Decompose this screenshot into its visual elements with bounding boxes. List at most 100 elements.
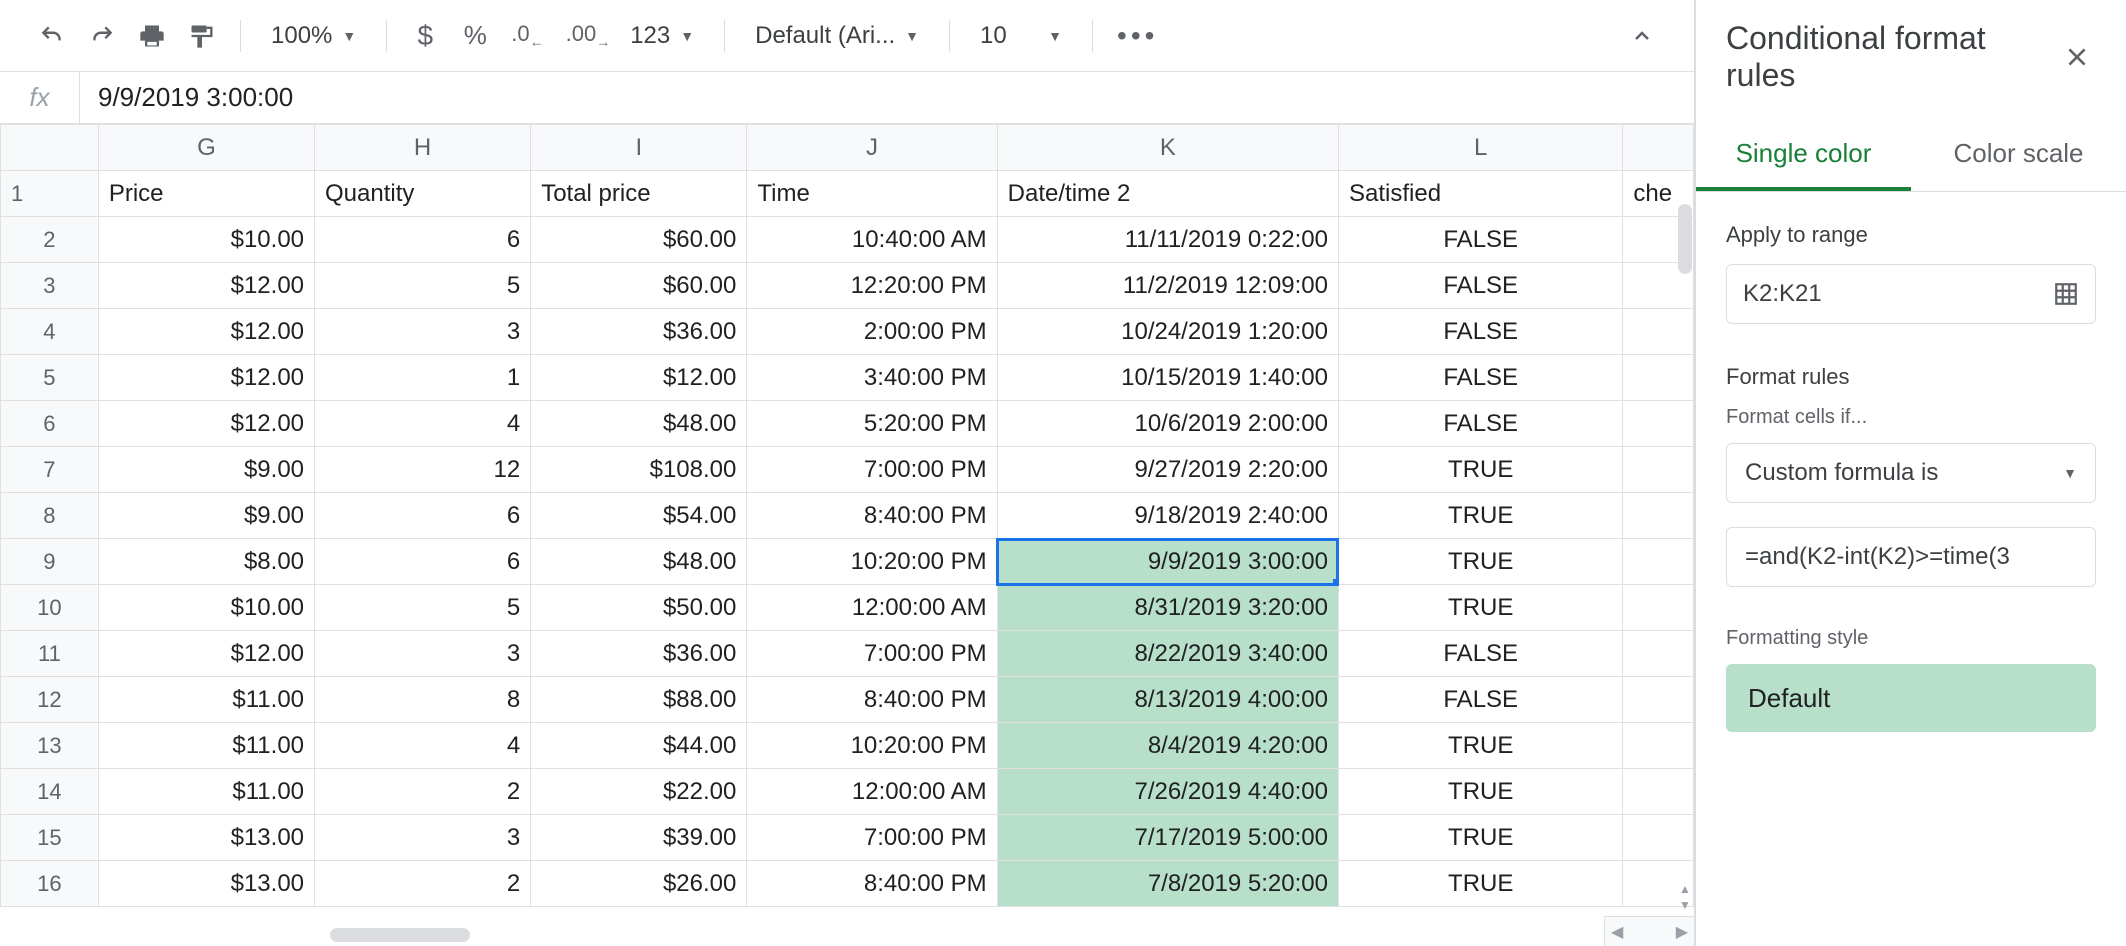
cell[interactable]: 10/6/2019 2:00:00 <box>997 401 1338 447</box>
col-header-H[interactable]: H <box>315 125 531 171</box>
cell[interactable]: 7:00:00 PM <box>747 447 997 493</box>
cell[interactable]: FALSE <box>1338 309 1622 355</box>
row-header[interactable]: 2 <box>1 217 99 263</box>
tab-color-scale[interactable]: Color scale <box>1911 122 2126 191</box>
cell[interactable]: $48.00 <box>531 401 747 447</box>
cell[interactable]: 9/18/2019 2:40:00 <box>997 493 1338 539</box>
cell[interactable]: Price <box>98 171 314 217</box>
select-all-corner[interactable] <box>1 125 99 171</box>
font-size-select[interactable]: 10 ▼ <box>966 14 1076 58</box>
cell[interactable]: $54.00 <box>531 493 747 539</box>
cell[interactable]: $36.00 <box>531 631 747 677</box>
cell[interactable]: FALSE <box>1338 631 1622 677</box>
cell[interactable]: 6 <box>315 539 531 585</box>
cell[interactable]: $88.00 <box>531 677 747 723</box>
cell[interactable]: TRUE <box>1338 539 1622 585</box>
row-header[interactable]: 3 <box>1 263 99 309</box>
cell[interactable]: $8.00 <box>98 539 314 585</box>
cell[interactable]: $10.00 <box>98 585 314 631</box>
scroll-right-icon[interactable]: ▶ <box>1676 922 1688 942</box>
col-header-L[interactable]: L <box>1338 125 1622 171</box>
cell[interactable]: 12 <box>315 447 531 493</box>
cell[interactable]: FALSE <box>1338 355 1622 401</box>
cell[interactable]: 8:40:00 PM <box>747 677 997 723</box>
row-header[interactable]: 5 <box>1 355 99 401</box>
cell[interactable]: 1 <box>315 355 531 401</box>
cell[interactable]: TRUE <box>1338 861 1622 907</box>
row-header[interactable]: 11 <box>1 631 99 677</box>
col-header-G[interactable]: G <box>98 125 314 171</box>
scroll-up-icon[interactable]: ▲ <box>1678 882 1692 896</box>
cell[interactable]: FALSE <box>1338 401 1622 447</box>
cell[interactable]: 2:00:00 PM <box>747 309 997 355</box>
row-header[interactable]: 1 <box>1 171 99 217</box>
cell[interactable]: TRUE <box>1338 723 1622 769</box>
cell[interactable]: 12:20:00 PM <box>747 263 997 309</box>
cell[interactable]: $60.00 <box>531 263 747 309</box>
cell[interactable]: $13.00 <box>98 861 314 907</box>
cell[interactable]: 3 <box>315 815 531 861</box>
cell[interactable]: TRUE <box>1338 493 1622 539</box>
formula-input[interactable] <box>80 82 1694 113</box>
more-formats-select[interactable]: 123 ▼ <box>624 14 708 58</box>
cell[interactable]: 8/22/2019 3:40:00 <box>997 631 1338 677</box>
cell[interactable]: 10:20:00 PM <box>747 723 997 769</box>
cell[interactable]: $12.00 <box>531 355 747 401</box>
row-header[interactable]: 13 <box>1 723 99 769</box>
cell[interactable]: Total price <box>531 171 747 217</box>
cell[interactable]: $39.00 <box>531 815 747 861</box>
cell[interactable]: FALSE <box>1338 677 1622 723</box>
print-button[interactable] <box>130 14 174 58</box>
cell[interactable]: $11.00 <box>98 677 314 723</box>
cell[interactable]: TRUE <box>1338 769 1622 815</box>
cell[interactable]: 11/11/2019 0:22:00 <box>997 217 1338 263</box>
cell[interactable]: Quantity <box>315 171 531 217</box>
horizontal-scrollbar[interactable] <box>330 928 470 942</box>
cell[interactable]: 12:00:00 AM <box>747 769 997 815</box>
cell[interactable]: TRUE <box>1338 815 1622 861</box>
cell[interactable]: $60.00 <box>531 217 747 263</box>
vertical-scrollbar-track[interactable]: ▲ ▼ <box>1674 124 1694 946</box>
format-currency-button[interactable]: $ <box>403 14 447 58</box>
cell[interactable]: 8:40:00 PM <box>747 861 997 907</box>
col-header-I[interactable]: I <box>531 125 747 171</box>
cell[interactable]: 6 <box>315 217 531 263</box>
row-header[interactable]: 9 <box>1 539 99 585</box>
tab-single-color[interactable]: Single color <box>1696 122 1911 191</box>
cell[interactable]: $48.00 <box>531 539 747 585</box>
cell[interactable]: 5 <box>315 585 531 631</box>
zoom-select[interactable]: 100% ▼ <box>257 14 370 58</box>
cell[interactable]: 8/4/2019 4:20:00 <box>997 723 1338 769</box>
cell[interactable]: Time <box>747 171 997 217</box>
scroll-down-icon[interactable]: ▼ <box>1678 898 1692 912</box>
cell[interactable]: 3 <box>315 309 531 355</box>
condition-select[interactable]: Custom formula is ▼ <box>1726 443 2096 503</box>
cell[interactable]: 8/13/2019 4:00:00 <box>997 677 1338 723</box>
cell[interactable]: 10:20:00 PM <box>747 539 997 585</box>
formula-input-field[interactable]: =and(K2-int(K2)>=time(3 <box>1726 527 2096 587</box>
more-toolbar-button[interactable]: ••• <box>1109 14 1166 58</box>
close-button[interactable] <box>2058 38 2096 76</box>
cell[interactable]: $12.00 <box>98 401 314 447</box>
style-preview[interactable]: Default <box>1726 664 2096 732</box>
cell[interactable]: FALSE <box>1338 263 1622 309</box>
scroll-left-icon[interactable]: ◀ <box>1611 922 1623 942</box>
cell[interactable]: FALSE <box>1338 217 1622 263</box>
font-select[interactable]: Default (Ari... ▼ <box>741 14 933 58</box>
cell[interactable]: 9/27/2019 2:20:00 <box>997 447 1338 493</box>
paint-format-button[interactable] <box>180 14 224 58</box>
cell[interactable]: 2 <box>315 769 531 815</box>
cell[interactable]: 7:00:00 PM <box>747 631 997 677</box>
cell[interactable]: 8:40:00 PM <box>747 493 997 539</box>
cell[interactable]: 9/9/2019 3:00:00 <box>997 539 1338 585</box>
cell[interactable]: 10:40:00 AM <box>747 217 997 263</box>
cell[interactable]: $50.00 <box>531 585 747 631</box>
cell[interactable]: 12:00:00 AM <box>747 585 997 631</box>
cell[interactable]: 6 <box>315 493 531 539</box>
vertical-scrollbar[interactable] <box>1678 204 1692 274</box>
row-header[interactable]: 7 <box>1 447 99 493</box>
cell[interactable]: Date/time 2 <box>997 171 1338 217</box>
cell[interactable]: 8/31/2019 3:20:00 <box>997 585 1338 631</box>
increase-decimal-button[interactable]: .00→ <box>558 14 619 58</box>
redo-button[interactable] <box>80 14 124 58</box>
